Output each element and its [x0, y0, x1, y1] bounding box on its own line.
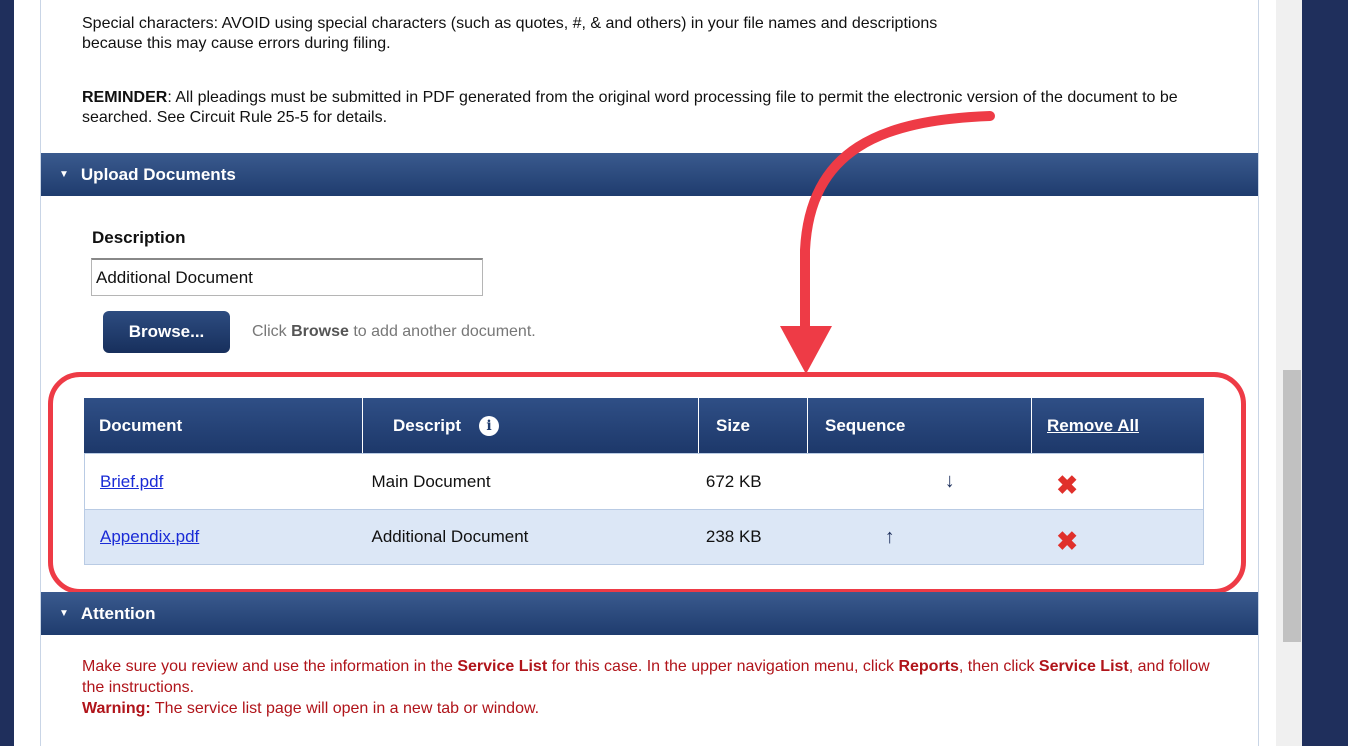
attention-reports: Reports — [898, 658, 959, 675]
attention-service-list-2: Service List — [1038, 658, 1129, 675]
attention-title: Attention — [80, 603, 156, 623]
attention-line1-e: , then click — [958, 658, 1039, 675]
attention-service-list-1: Service List — [457, 658, 548, 675]
warning-text: The service list page will open in a new… — [150, 700, 540, 717]
attention-text: Make sure you review and use the informa… — [82, 656, 1222, 719]
attention-header[interactable]: ▼ Attention — [41, 592, 1258, 635]
attention-line1-a: Make sure you review and use the informa… — [82, 658, 458, 675]
warning-label: Warning: — [82, 700, 151, 717]
caret-down-icon: ▼ — [59, 608, 69, 619]
attention-line1-c: for this case. In the upper navigation m… — [547, 658, 899, 675]
